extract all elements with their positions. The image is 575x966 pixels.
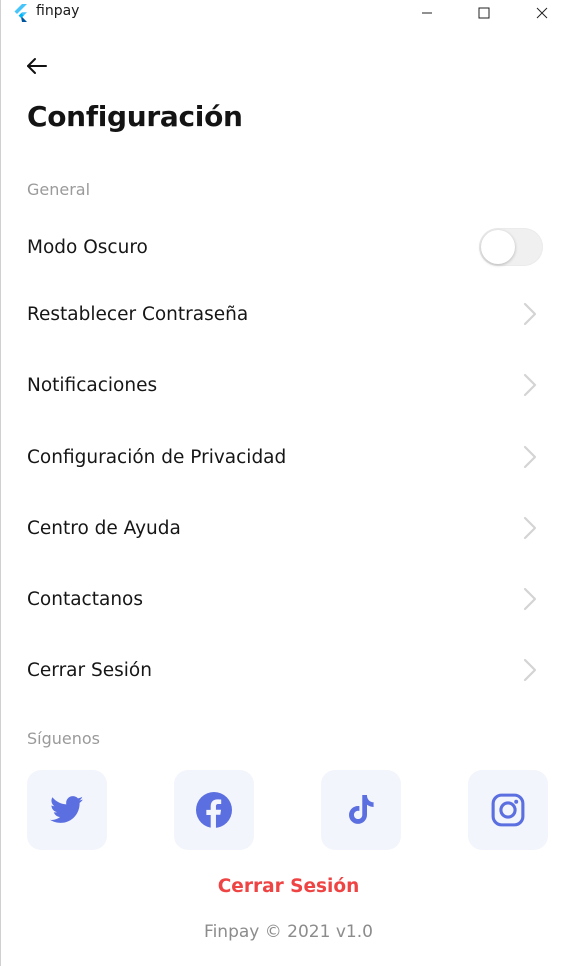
setting-row-logout[interactable]: Cerrar Sesión (27, 648, 545, 692)
setting-label: Configuración de Privacidad (27, 446, 287, 468)
window-title: finpay (36, 3, 80, 19)
section-label-follow: Síguenos (27, 729, 101, 748)
twitter-icon (50, 796, 84, 823)
instagram-button[interactable] (468, 770, 548, 850)
setting-label: Centro de Ayuda (27, 517, 181, 539)
setting-label: Restablecer Contraseña (27, 303, 249, 325)
minimize-button[interactable] (404, 0, 450, 26)
app-window: finpay Configuración General Modo Oscuro… (0, 0, 575, 966)
logout-link[interactable]: Cerrar Sesión (1, 876, 575, 897)
flutter-logo-icon (13, 4, 29, 22)
dark-mode-toggle[interactable] (479, 228, 543, 266)
setting-row-privacy[interactable]: Configuración de Privacidad (27, 435, 545, 479)
setting-label: Contactanos (27, 588, 143, 610)
maximize-button[interactable] (461, 0, 507, 26)
chevron-right-icon (519, 655, 541, 685)
section-label-general: General (27, 180, 91, 199)
chevron-right-icon (519, 584, 541, 614)
setting-row-notifications[interactable]: Notificaciones (27, 363, 545, 407)
page-title: Configuración (27, 100, 243, 133)
facebook-icon (196, 792, 232, 828)
twitter-button[interactable] (27, 770, 107, 850)
chevron-right-icon (519, 370, 541, 400)
chevron-right-icon (519, 513, 541, 543)
setting-label: Cerrar Sesión (27, 659, 152, 681)
tiktok-button[interactable] (321, 770, 401, 850)
title-bar: finpay (1, 0, 575, 26)
setting-row-help-center[interactable]: Centro de Ayuda (27, 506, 545, 550)
facebook-button[interactable] (174, 770, 254, 850)
setting-row-contact[interactable]: Contactanos (27, 577, 545, 621)
toggle-knob (481, 230, 515, 264)
setting-label: Modo Oscuro (27, 236, 148, 258)
setting-row-dark-mode[interactable]: Modo Oscuro (27, 225, 545, 269)
close-button[interactable] (519, 0, 565, 26)
tiktok-icon (349, 795, 374, 824)
arrow-left-icon (27, 58, 47, 74)
footer-version: Finpay © 2021 v1.0 (204, 922, 373, 942)
close-icon (536, 7, 548, 19)
back-button[interactable] (21, 50, 53, 82)
chevron-right-icon (519, 299, 541, 329)
chevron-right-icon (519, 442, 541, 472)
minimize-icon (422, 12, 432, 14)
setting-label: Notificaciones (27, 374, 158, 396)
instagram-icon (491, 793, 525, 827)
setting-row-reset-password[interactable]: Restablecer Contraseña (27, 292, 545, 336)
maximize-icon (478, 7, 490, 19)
